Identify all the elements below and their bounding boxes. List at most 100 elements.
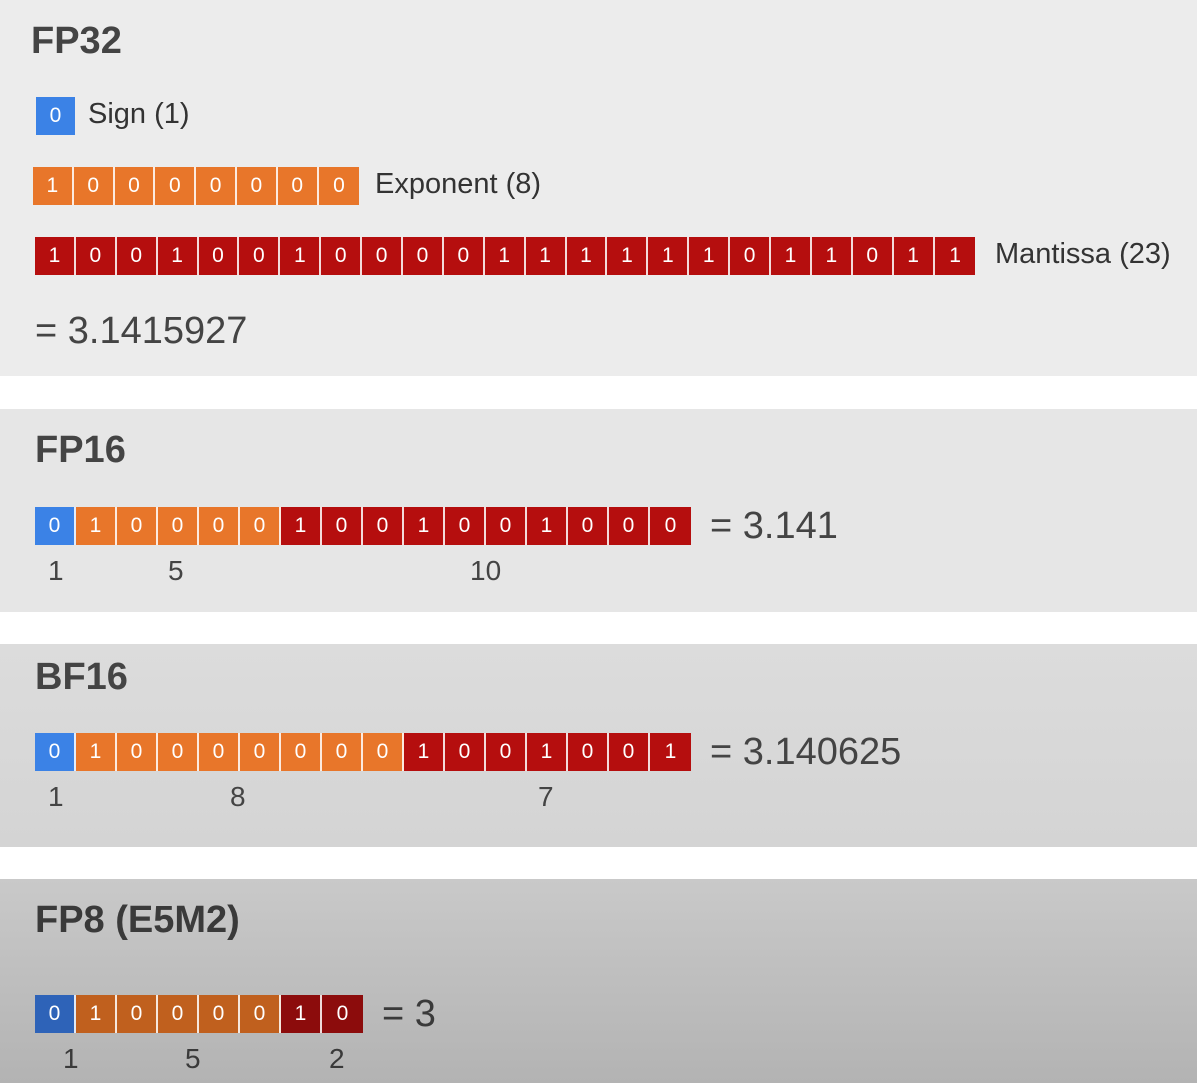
fp16-mantissa-bit-1: 0: [322, 507, 363, 545]
fp8-bits: 01000010: [35, 995, 363, 1033]
bf16-mantissa-bit-2: 0: [486, 733, 527, 771]
fp32-title: FP32: [31, 20, 122, 62]
fp16-mantissa-bit-9: 0: [650, 507, 691, 545]
bf16-sign-count: 1: [48, 781, 64, 812]
fp32-mantissa-bit-7: 0: [321, 237, 363, 275]
fp8-panel: FP8 (E5M2) 01000010 = 3 1 5 2: [0, 879, 1197, 1083]
fp16-exponent-count: 5: [168, 555, 184, 586]
fp16-mantissa-bit-6: 1: [527, 507, 568, 545]
fp32-mantissa-bit-2: 0: [116, 237, 158, 275]
fp32-mantissa-bit-22: 1: [934, 237, 976, 275]
bf16-mantissa-bit-1: 0: [445, 733, 486, 771]
bf16-bits: 0100000001001001: [35, 733, 691, 771]
fp32-exponent-bit-1: 0: [73, 167, 115, 205]
fp32-mantissa-bit-1: 0: [75, 237, 117, 275]
fp8-exponent-bit-4: 0: [240, 995, 281, 1033]
fp32-exponent-bit-2: 0: [114, 167, 156, 205]
fp8-exponent-bit-2: 0: [158, 995, 199, 1033]
fp32-mantissa-bit-4: 0: [198, 237, 240, 275]
bf16-value: = 3.140625: [710, 731, 902, 773]
fp16-exponent-bit-4: 0: [240, 507, 281, 545]
fp32-panel: FP32 0 Sign (1) 10000000 Exponent (8) 10…: [0, 0, 1197, 376]
bf16-exponent-bit-1: 0: [117, 733, 158, 771]
fp16-mantissa-bit-7: 0: [568, 507, 609, 545]
bf16-mantissa-bit-3: 1: [527, 733, 568, 771]
fp32-mantissa-bit-0: 1: [35, 237, 76, 275]
fp32-exponent-bit-7: 0: [318, 167, 360, 205]
fp16-exponent-bit-3: 0: [199, 507, 240, 545]
fp32-exponent-bits: 10000000: [33, 167, 360, 205]
bf16-mantissa-count: 7: [538, 781, 554, 812]
fp8-exponent-bit-0: 1: [76, 995, 117, 1033]
bf16-exponent-bit-0: 1: [76, 733, 117, 771]
fp32-value: = 3.1415927: [35, 310, 248, 352]
bf16-exponent-bit-2: 0: [158, 733, 199, 771]
fp32-mantissa-bit-11: 1: [484, 237, 526, 275]
fp32-mantissa-bit-17: 0: [730, 237, 772, 275]
bf16-mantissa-bit-4: 0: [568, 733, 609, 771]
fp8-value: = 3: [382, 993, 436, 1035]
fp32-mantissa-bit-8: 0: [362, 237, 404, 275]
fp32-mantissa-bit-15: 1: [648, 237, 690, 275]
fp32-mantissa-bit-18: 1: [771, 237, 812, 275]
fp32-mantissa-label: Mantissa (23): [995, 238, 1171, 270]
fp8-exponent-count: 5: [185, 1043, 201, 1074]
fp32-mantissa-bit-19: 1: [811, 237, 853, 275]
bf16-exponent-bit-5: 0: [281, 733, 322, 771]
bf16-panel: BF16 0100000001001001 = 3.140625 1 8 7: [0, 644, 1197, 847]
fp32-mantissa-bit-12: 1: [525, 237, 567, 275]
fp32-exponent-bit-3: 0: [155, 167, 197, 205]
fp8-sign-bit-0: 0: [35, 995, 76, 1033]
fp8-exponent-bit-1: 0: [117, 995, 158, 1033]
fp32-mantissa-bit-3: 1: [157, 237, 199, 275]
fp32-mantissa-bit-21: 1: [893, 237, 935, 275]
bf16-mantissa-bit-0: 1: [404, 733, 445, 771]
bf16-mantissa-bit-5: 0: [609, 733, 650, 771]
fp32-sign-label: Sign (1): [88, 98, 190, 130]
fp16-bits: 0100001001001000: [35, 507, 691, 545]
bf16-exponent-bit-4: 0: [240, 733, 281, 771]
fp32-exponent-bit-6: 0: [277, 167, 319, 205]
fp8-mantissa-bit-0: 1: [281, 995, 322, 1033]
fp32-exponent-bit-0: 1: [33, 167, 74, 205]
fp16-value: = 3.141: [710, 505, 838, 547]
fp32-sign-bits: 0: [36, 97, 75, 135]
fp16-panel: FP16 0100001001001000 = 3.141 1 5 10: [0, 409, 1197, 612]
fp32-mantissa-bit-6: 1: [280, 237, 322, 275]
fp32-mantissa-bit-16: 1: [689, 237, 731, 275]
fp8-sign-count: 1: [63, 1043, 79, 1074]
fp16-sign-count: 1: [48, 555, 64, 586]
bf16-sign-bit-0: 0: [35, 733, 76, 771]
fp16-mantissa-bit-2: 0: [363, 507, 404, 545]
fp32-mantissa-bit-13: 1: [566, 237, 608, 275]
bf16-exponent-bit-6: 0: [322, 733, 363, 771]
fp16-mantissa-bit-0: 1: [281, 507, 322, 545]
fp32-mantissa-bit-14: 1: [607, 237, 649, 275]
fp16-sign-bit-0: 0: [35, 507, 76, 545]
bf16-title: BF16: [35, 656, 128, 698]
fp16-exponent-bit-2: 0: [158, 507, 199, 545]
fp32-exponent-label: Exponent (8): [375, 168, 542, 200]
fp16-exponent-bit-1: 0: [117, 507, 158, 545]
fp16-mantissa-bit-3: 1: [404, 507, 445, 545]
fp16-mantissa-bit-4: 0: [445, 507, 486, 545]
fp8-mantissa-bit-1: 0: [322, 995, 363, 1033]
fp16-title: FP16: [35, 429, 126, 471]
bf16-mantissa-bit-6: 1: [650, 733, 691, 771]
bf16-exponent-count: 8: [230, 781, 246, 812]
fp16-mantissa-bit-5: 0: [486, 507, 527, 545]
fp32-mantissa-bit-10: 0: [443, 237, 485, 275]
bf16-exponent-bit-7: 0: [363, 733, 404, 771]
fp16-mantissa-count: 10: [470, 555, 502, 586]
fp8-exponent-bit-3: 0: [199, 995, 240, 1033]
fp8-title: FP8 (E5M2): [35, 899, 240, 941]
fp32-exponent-bit-4: 0: [196, 167, 237, 205]
fp16-exponent-bit-0: 1: [76, 507, 117, 545]
fp8-mantissa-count: 2: [329, 1043, 345, 1074]
fp32-mantissa-bit-5: 0: [239, 237, 281, 275]
bf16-exponent-bit-3: 0: [199, 733, 240, 771]
fp32-mantissa-bit-20: 0: [852, 237, 894, 275]
fp32-mantissa-bits: 10010010000111111011011: [35, 237, 976, 275]
fp32-exponent-bit-5: 0: [236, 167, 278, 205]
fp16-mantissa-bit-8: 0: [609, 507, 650, 545]
